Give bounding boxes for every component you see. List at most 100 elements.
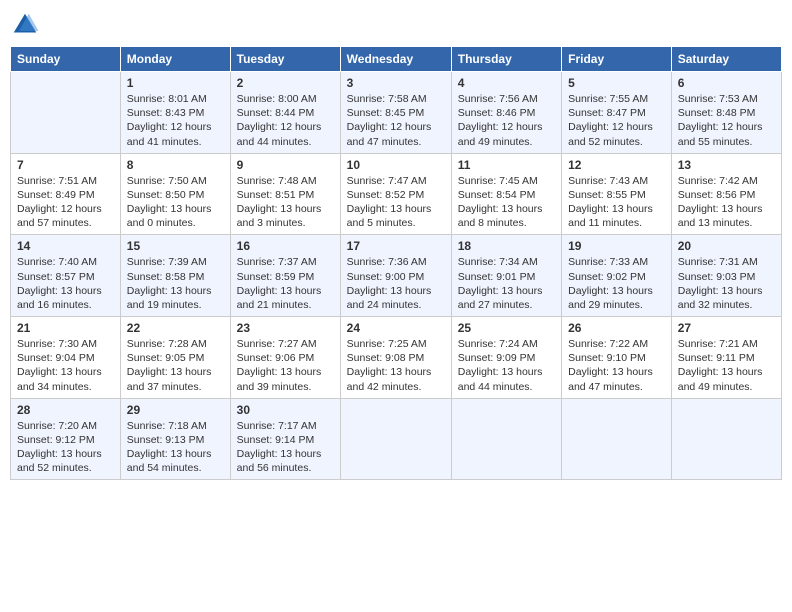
day-number: 11 — [458, 158, 555, 172]
day-number: 18 — [458, 239, 555, 253]
calendar-cell — [340, 398, 451, 480]
day-info: Sunrise: 8:00 AM Sunset: 8:44 PM Dayligh… — [237, 92, 334, 149]
day-number: 27 — [678, 321, 775, 335]
day-info: Sunrise: 7:20 AM Sunset: 9:12 PM Dayligh… — [17, 419, 114, 476]
calendar-cell: 14 Sunrise: 7:40 AM Sunset: 8:57 PM Dayli… — [11, 235, 121, 317]
calendar-cell — [451, 398, 561, 480]
week-row-0: 1 Sunrise: 8:01 AM Sunset: 8:43 PM Daylig… — [11, 72, 782, 154]
calendar-cell: 9 Sunrise: 7:48 AM Sunset: 8:51 PM Daylig… — [230, 153, 340, 235]
day-info: Sunrise: 7:27 AM Sunset: 9:06 PM Dayligh… — [237, 337, 334, 394]
calendar-cell: 2 Sunrise: 8:00 AM Sunset: 8:44 PM Daylig… — [230, 72, 340, 154]
day-number: 23 — [237, 321, 334, 335]
day-number: 17 — [347, 239, 445, 253]
calendar-cell: 15 Sunrise: 7:39 AM Sunset: 8:58 PM Dayli… — [120, 235, 230, 317]
day-number: 12 — [568, 158, 665, 172]
calendar-body: 1 Sunrise: 8:01 AM Sunset: 8:43 PM Daylig… — [11, 72, 782, 480]
day-number: 13 — [678, 158, 775, 172]
calendar-cell — [11, 72, 121, 154]
day-number: 21 — [17, 321, 114, 335]
day-number: 7 — [17, 158, 114, 172]
day-number: 19 — [568, 239, 665, 253]
day-info: Sunrise: 7:40 AM Sunset: 8:57 PM Dayligh… — [17, 255, 114, 312]
calendar-cell: 21Sunrise: 7:30 AM Sunset: 9:04 PM Dayli… — [11, 317, 121, 399]
day-number: 2 — [237, 76, 334, 90]
week-row-2: 14 Sunrise: 7:40 AM Sunset: 8:57 PM Dayli… — [11, 235, 782, 317]
day-info: Sunrise: 7:55 AM Sunset: 8:47 PM Dayligh… — [568, 92, 665, 149]
calendar-header-row: SundayMondayTuesdayWednesdayThursdayFrid… — [11, 47, 782, 72]
logo-icon — [10, 10, 40, 40]
calendar-cell: 6 Sunrise: 7:53 AM Sunset: 8:48 PM Daylig… — [671, 72, 781, 154]
calendar-cell — [671, 398, 781, 480]
calendar-cell: 17Sunrise: 7:36 AM Sunset: 9:00 PM Dayli… — [340, 235, 451, 317]
calendar-cell: 8 Sunrise: 7:50 AM Sunset: 8:50 PM Daylig… — [120, 153, 230, 235]
day-info: Sunrise: 7:21 AM Sunset: 9:11 PM Dayligh… — [678, 337, 775, 394]
day-info: Sunrise: 7:56 AM Sunset: 8:46 PM Dayligh… — [458, 92, 555, 149]
calendar-cell: 29Sunrise: 7:18 AM Sunset: 9:13 PM Dayli… — [120, 398, 230, 480]
calendar-cell: 22 Sunrise: 7:28 AM Sunset: 9:05 PM Dayli… — [120, 317, 230, 399]
day-info: Sunrise: 7:39 AM Sunset: 8:58 PM Dayligh… — [127, 255, 224, 312]
day-number: 15 — [127, 239, 224, 253]
day-info: Sunrise: 7:33 AM Sunset: 9:02 PM Dayligh… — [568, 255, 665, 312]
day-number: 24 — [347, 321, 445, 335]
day-info: Sunrise: 7:48 AM Sunset: 8:51 PM Dayligh… — [237, 174, 334, 231]
day-number: 28 — [17, 403, 114, 417]
col-header-sunday: Sunday — [11, 47, 121, 72]
day-number: 3 — [347, 76, 445, 90]
week-row-4: 28 Sunrise: 7:20 AM Sunset: 9:12 PM Dayli… — [11, 398, 782, 480]
calendar-cell: 7 Sunrise: 7:51 AM Sunset: 8:49 PM Daylig… — [11, 153, 121, 235]
page-header — [10, 10, 782, 40]
calendar-cell: 19 Sunrise: 7:33 AM Sunset: 9:02 PM Dayli… — [562, 235, 672, 317]
calendar-cell: 10 Sunrise: 7:47 AM Sunset: 8:52 PM Dayli… — [340, 153, 451, 235]
day-number: 6 — [678, 76, 775, 90]
calendar-cell: 23 Sunrise: 7:27 AM Sunset: 9:06 PM Dayli… — [230, 317, 340, 399]
calendar-cell — [562, 398, 672, 480]
calendar-cell: 20 Sunrise: 7:31 AM Sunset: 9:03 PM Dayli… — [671, 235, 781, 317]
calendar-table: SundayMondayTuesdayWednesdayThursdayFrid… — [10, 46, 782, 480]
day-number: 20 — [678, 239, 775, 253]
day-info: Sunrise: 7:45 AM Sunset: 8:54 PM Dayligh… — [458, 174, 555, 231]
day-info: Sunrise: 7:53 AM Sunset: 8:48 PM Dayligh… — [678, 92, 775, 149]
calendar-cell: 30 Sunrise: 7:17 AM Sunset: 9:14 PM Dayli… — [230, 398, 340, 480]
day-number: 14 — [17, 239, 114, 253]
day-info: Sunrise: 7:37 AM Sunset: 8:59 PM Dayligh… — [237, 255, 334, 312]
col-header-monday: Monday — [120, 47, 230, 72]
day-info: Sunrise: 7:42 AM Sunset: 8:56 PM Dayligh… — [678, 174, 775, 231]
day-number: 25 — [458, 321, 555, 335]
calendar-cell: 18 Sunrise: 7:34 AM Sunset: 9:01 PM Dayli… — [451, 235, 561, 317]
day-number: 4 — [458, 76, 555, 90]
logo — [10, 10, 44, 40]
calendar-cell: 1 Sunrise: 8:01 AM Sunset: 8:43 PM Daylig… — [120, 72, 230, 154]
calendar-cell: 26Sunrise: 7:22 AM Sunset: 9:10 PM Dayli… — [562, 317, 672, 399]
day-number: 30 — [237, 403, 334, 417]
calendar-cell: 27 Sunrise: 7:21 AM Sunset: 9:11 PM Dayli… — [671, 317, 781, 399]
col-header-thursday: Thursday — [451, 47, 561, 72]
day-info: Sunrise: 7:58 AM Sunset: 8:45 PM Dayligh… — [347, 92, 445, 149]
calendar-cell: 24 Sunrise: 7:25 AM Sunset: 9:08 PM Dayli… — [340, 317, 451, 399]
week-row-3: 21Sunrise: 7:30 AM Sunset: 9:04 PM Dayli… — [11, 317, 782, 399]
day-info: Sunrise: 7:25 AM Sunset: 9:08 PM Dayligh… — [347, 337, 445, 394]
calendar-cell: 11 Sunrise: 7:45 AM Sunset: 8:54 PM Dayli… — [451, 153, 561, 235]
day-number: 1 — [127, 76, 224, 90]
week-row-1: 7 Sunrise: 7:51 AM Sunset: 8:49 PM Daylig… — [11, 153, 782, 235]
calendar-cell: 28 Sunrise: 7:20 AM Sunset: 9:12 PM Dayli… — [11, 398, 121, 480]
day-info: Sunrise: 7:28 AM Sunset: 9:05 PM Dayligh… — [127, 337, 224, 394]
calendar-cell: 3 Sunrise: 7:58 AM Sunset: 8:45 PM Daylig… — [340, 72, 451, 154]
day-info: Sunrise: 7:51 AM Sunset: 8:49 PM Dayligh… — [17, 174, 114, 231]
day-info: Sunrise: 7:34 AM Sunset: 9:01 PM Dayligh… — [458, 255, 555, 312]
day-number: 5 — [568, 76, 665, 90]
day-number: 22 — [127, 321, 224, 335]
day-info: Sunrise: 8:01 AM Sunset: 8:43 PM Dayligh… — [127, 92, 224, 149]
calendar-cell: 12Sunrise: 7:43 AM Sunset: 8:55 PM Dayli… — [562, 153, 672, 235]
day-info: Sunrise: 7:24 AM Sunset: 9:09 PM Dayligh… — [458, 337, 555, 394]
day-number: 10 — [347, 158, 445, 172]
day-number: 9 — [237, 158, 334, 172]
day-info: Sunrise: 7:17 AM Sunset: 9:14 PM Dayligh… — [237, 419, 334, 476]
day-info: Sunrise: 7:50 AM Sunset: 8:50 PM Dayligh… — [127, 174, 224, 231]
day-info: Sunrise: 7:18 AM Sunset: 9:13 PM Dayligh… — [127, 419, 224, 476]
col-header-friday: Friday — [562, 47, 672, 72]
day-number: 8 — [127, 158, 224, 172]
day-info: Sunrise: 7:31 AM Sunset: 9:03 PM Dayligh… — [678, 255, 775, 312]
calendar-cell: 13 Sunrise: 7:42 AM Sunset: 8:56 PM Dayli… — [671, 153, 781, 235]
day-info: Sunrise: 7:47 AM Sunset: 8:52 PM Dayligh… — [347, 174, 445, 231]
calendar-cell: 16Sunrise: 7:37 AM Sunset: 8:59 PM Dayli… — [230, 235, 340, 317]
